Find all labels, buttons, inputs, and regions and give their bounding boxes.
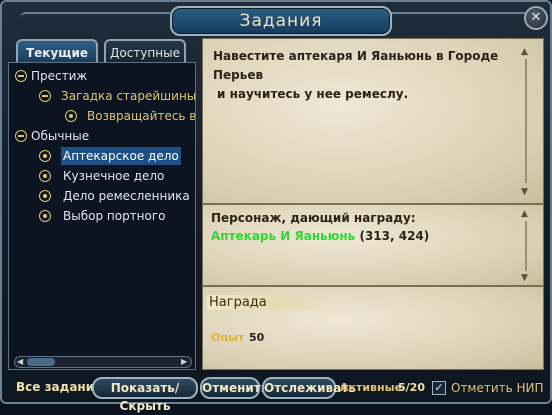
mark-npc-label: Отметить НИП — [451, 381, 544, 395]
list-item-selected[interactable]: Аптекарское дело — [39, 147, 189, 165]
quest-description: Навестите аптекаря И Яаньюнь в Городе Пе… — [213, 47, 513, 104]
bullet-icon — [39, 190, 51, 202]
close-icon: ✕ — [530, 10, 542, 25]
giver-label: Персонаж, дающий награду: — [211, 211, 416, 225]
description-scrollbar[interactable]: ▲ ▼ — [521, 47, 531, 197]
scroll-track[interactable] — [525, 59, 527, 183]
quest-group-label: Обычные — [31, 129, 90, 143]
scroll-up-icon[interactable]: ▲ — [521, 209, 528, 219]
quest-description-line1: Навестите аптекаря И Яаньюнь в Городе Пе… — [213, 49, 499, 82]
giver-coords: (313, 424) — [359, 229, 430, 243]
active-quests-count: 5/20 — [398, 381, 425, 394]
tab-current[interactable]: Текущие — [16, 39, 98, 63]
quest-group-label: Престиж — [31, 69, 88, 83]
giver-scrollbar[interactable]: ▲ ▼ — [521, 209, 531, 283]
title-decoration-left — [20, 12, 170, 24]
quest-giver-panel: Персонаж, дающий награду: Аптекарь И Яан… — [202, 204, 544, 286]
quest-description-line2: и научитесь у нее ремеслу. — [217, 87, 409, 101]
tab-available[interactable]: Доступные — [104, 39, 186, 63]
mark-npc-checkbox[interactable]: ✓ — [432, 381, 446, 395]
window-title: Задания — [239, 11, 323, 31]
close-button[interactable]: ✕ — [524, 6, 548, 30]
giver-name-link[interactable]: Аптекарь И Яаньюнь — [211, 229, 355, 243]
collapse-icon[interactable] — [15, 130, 27, 142]
title-decoration-right — [388, 12, 538, 24]
scroll-thumb[interactable] — [27, 358, 55, 366]
show-hide-button[interactable]: Показать/Скрыть — [92, 377, 198, 413]
giver-line: Аптекарь И Яаньюнь (313, 424) — [211, 229, 429, 243]
quest-item-label: Кузнечное дело — [63, 169, 165, 183]
scroll-down-icon[interactable]: ▼ — [521, 273, 528, 283]
quest-list-panel: Престиж Загадка старейшины Возвращайтесь… — [8, 62, 196, 370]
quest-list-hscrollbar[interactable]: ◀ ▶ — [14, 356, 192, 368]
quest-window: Задания ✕ Текущие Доступные Престиж Зага… — [0, 0, 552, 413]
reward-header: Награда — [207, 295, 329, 310]
collapse-icon[interactable] — [39, 90, 51, 102]
collapse-icon[interactable] — [15, 70, 27, 82]
list-item[interactable]: Возвращайтесь в Пе — [65, 107, 195, 125]
checkbox-check-icon: ✓ — [434, 381, 444, 394]
quest-item-label: Возвращайтесь в Пе — [87, 109, 195, 123]
scroll-right-icon[interactable]: ▶ — [181, 357, 187, 367]
quest-subgroup-label: Загадка старейшины — [61, 89, 197, 103]
active-quests-label: Активные — [340, 381, 403, 394]
exp-value: 50 — [249, 331, 265, 344]
scroll-up-icon[interactable]: ▲ — [521, 47, 528, 57]
quest-item-label: Аптекарское дело — [61, 147, 181, 165]
bullet-icon — [65, 110, 77, 122]
quest-item-label: Выбор портного — [63, 209, 166, 223]
window-title-plate: Задания — [170, 6, 392, 36]
bullet-icon — [39, 210, 51, 222]
quest-description-panel: Навестите аптекаря И Яаньюнь в Городе Пе… — [202, 38, 544, 204]
scroll-left-icon[interactable]: ◀ — [17, 357, 23, 367]
exp-label: Опыт — [211, 331, 245, 344]
cancel-quest-button[interactable]: Отменить — [200, 377, 268, 399]
quest-reward-panel: Награда Опыт 50 — [202, 286, 544, 370]
scroll-down-icon[interactable]: ▼ — [521, 187, 528, 197]
track-quest-button[interactable]: Отслеживать — [262, 377, 356, 399]
quest-item-label: Дело ремесленника — [63, 189, 190, 203]
scroll-track[interactable] — [525, 221, 527, 271]
bullet-icon — [39, 150, 51, 162]
bullet-icon — [39, 170, 51, 182]
